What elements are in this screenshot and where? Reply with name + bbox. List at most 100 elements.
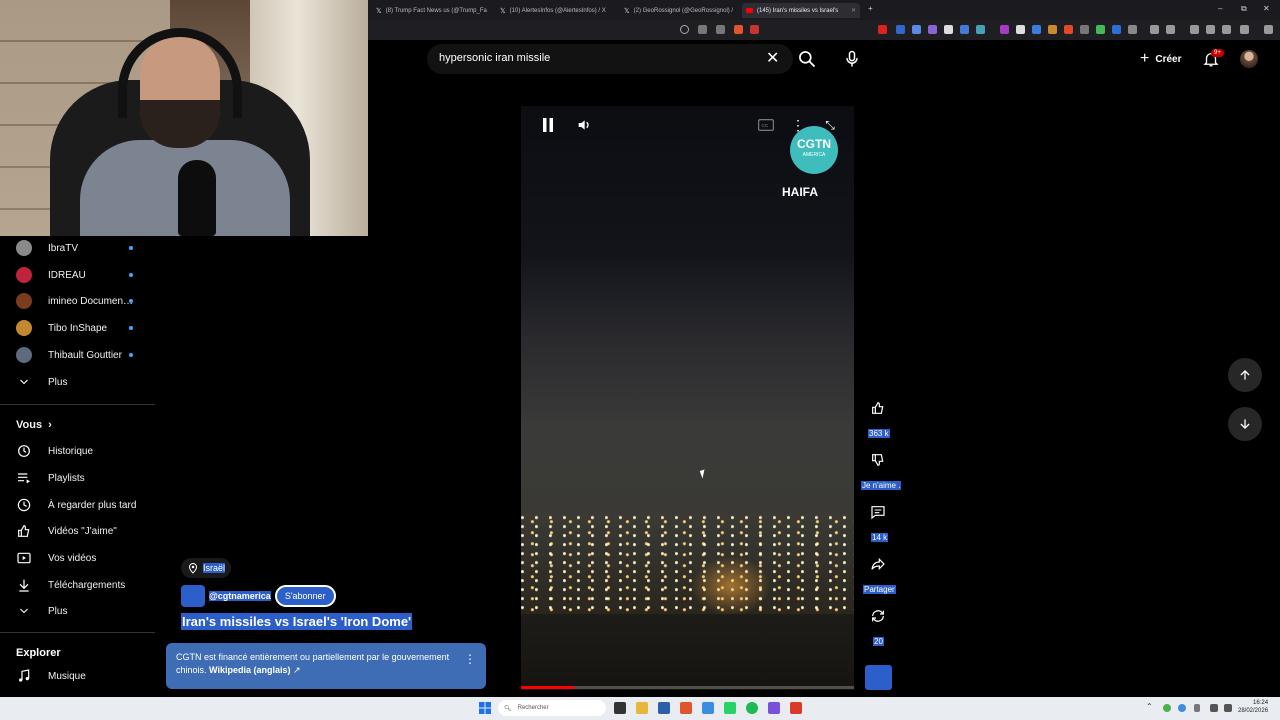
spotify-icon[interactable] [746,702,758,714]
taskbar-search[interactable]: 🔍︎ Rechercher [498,700,606,716]
brave-shield-icon[interactable] [734,25,743,34]
next-short-button[interactable] [1228,407,1262,441]
location-chip[interactable]: Israël [181,558,232,578]
extension-icon[interactable] [878,25,887,34]
sidebar-you-header[interactable]: Vous › [16,415,52,435]
sidebar-item-liked-videos[interactable]: Vidéos "J'aime" [16,521,117,541]
media-icon[interactable] [1190,25,1199,34]
your-videos-icon [16,550,32,566]
browser-tab-active[interactable]: (145) Iran's missiles vs Israel's ✕ [742,3,860,18]
video-progress-bar[interactable] [521,686,854,689]
taskbar-clock[interactable]: 16:24 28/02/2026 [1238,699,1268,715]
extension-icon[interactable] [1048,25,1057,34]
extension-icon[interactable] [944,25,953,34]
tray-app-icon[interactable] [1178,704,1186,712]
remix-count: 20 [873,637,884,646]
extension-icon[interactable] [1112,25,1121,34]
sidebar-subscription-thibault-gouttier[interactable]: Thibault Gouttier [16,345,122,365]
whatsapp-icon[interactable] [724,702,736,714]
app-icon[interactable] [768,702,780,714]
close-window-icon[interactable]: ✕ [1263,4,1270,13]
extension-icon[interactable] [1128,25,1137,34]
menu-icon[interactable] [1264,25,1273,34]
sidebar-subscription-tibo-inshape[interactable]: Tibo InShape [16,318,107,338]
sidebar-item-music[interactable]: Musique [16,666,86,686]
file-explorer-icon[interactable] [636,702,648,714]
dislike-icon[interactable] [866,448,890,472]
wallet-icon[interactable] [1222,25,1231,34]
minimize-icon[interactable]: – [1218,4,1222,13]
sidebar-subscription-ibratv[interactable]: IbraTV [16,238,78,258]
extension-icon[interactable] [1032,25,1041,34]
app-icon[interactable] [702,702,714,714]
browser-tab[interactable]: 𝕏 (10) AlertesInfos (@AlertesInfos) / X [496,3,612,18]
new-tab-icon[interactable]: + [868,4,873,13]
sound-thumbnail[interactable] [865,665,892,690]
extension-icon[interactable] [1080,25,1089,34]
mic-tray-icon[interactable] [1194,704,1200,712]
rewards-icon[interactable] [750,25,759,34]
sidebar-toggle-icon[interactable] [1206,25,1215,34]
share-icon[interactable] [866,552,890,576]
app-icon[interactable] [790,702,802,714]
previous-short-button[interactable] [1228,358,1262,392]
cast-icon[interactable] [698,25,707,34]
chevron-right-icon: › [48,419,52,431]
sidebar-item-downloads[interactable]: Téléchargements [16,575,125,595]
extension-icon[interactable] [1166,25,1175,34]
like-icon[interactable] [866,396,890,420]
browser-tab[interactable]: 𝕏 (8) Trump Fact News us (@Trump_Fa [372,3,490,18]
extension-icon[interactable] [976,25,985,34]
sidebar-item-your-videos[interactable]: Vos vidéos [16,548,96,568]
extension-icon[interactable] [1016,25,1025,34]
sidebar-more-you[interactable]: Plus [16,601,67,621]
comments-icon[interactable] [866,500,890,524]
microphone-icon[interactable] [842,49,862,69]
sidebar-item-watch-later[interactable]: À regarder plus tard [16,495,136,515]
volume-icon[interactable] [574,115,594,135]
extension-icon[interactable] [912,25,921,34]
tray-app-icon[interactable] [1163,704,1171,712]
captions-icon[interactable]: CC [756,115,776,135]
channel-handle[interactable]: @cgtnamerica [209,591,271,601]
brave-browser-icon[interactable] [680,702,692,714]
extension-icon[interactable] [960,25,969,34]
windows-start-icon[interactable] [479,702,491,714]
account-avatar[interactable] [1240,50,1258,68]
chevron-up-icon[interactable]: ⌃ [1146,702,1153,711]
subscribe-button[interactable]: S'abonner [274,585,336,607]
extension-icon[interactable] [1096,25,1105,34]
sidebar-item-playlists[interactable]: Playlists [16,468,85,488]
wikipedia-link[interactable]: Wikipedia (anglais) [209,665,290,675]
extension-icon[interactable] [928,25,937,34]
close-tab-icon[interactable]: ✕ [851,7,856,14]
extension-icon[interactable] [1150,25,1159,34]
search-icon[interactable] [797,49,817,69]
remix-icon[interactable] [866,604,890,628]
sidebar-item-label: Vos vidéos [48,552,97,564]
sidebar-more-subscriptions[interactable]: Plus [16,372,67,392]
restore-icon[interactable]: ⧉ [1241,4,1247,14]
volume-tray-icon[interactable] [1224,704,1232,712]
browser-tab[interactable]: 𝕏 (2) GeoRossignol (@GeoRossignol) / [620,3,736,18]
channel-avatar[interactable] [181,585,205,607]
arrow-up-icon [1240,370,1250,380]
search-input[interactable]: hypersonic iran missile [439,52,550,64]
task-view-icon[interactable] [614,702,626,714]
create-button[interactable]: + Créer [1132,47,1189,71]
extension-icon[interactable] [896,25,905,34]
network-icon[interactable] [1210,704,1218,712]
sidebar-item-history[interactable]: Historique [16,441,93,461]
share-icon[interactable] [716,25,725,34]
vpn-icon[interactable] [1240,25,1249,34]
zoom-icon[interactable] [680,25,689,34]
sidebar-subscription-imineo[interactable]: imineo Documen… [16,291,133,311]
clear-search-icon[interactable]: ✕ [766,48,779,68]
extension-icon[interactable] [1064,25,1073,34]
more-options-icon[interactable]: ⋮ [464,653,476,666]
playlists-icon [16,470,32,486]
app-icon[interactable] [658,702,670,714]
pause-icon[interactable] [538,115,558,135]
extension-icon[interactable] [1000,25,1009,34]
sidebar-subscription-idreau[interactable]: IDREAU [16,265,86,285]
